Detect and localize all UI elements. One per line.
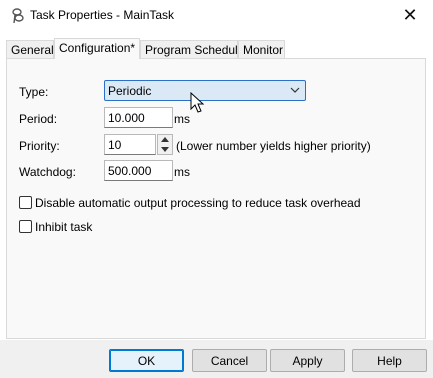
- inhibit-task-checkbox[interactable]: [19, 220, 32, 233]
- watchdog-label: Watchdog:: [19, 165, 76, 179]
- watchdog-unit: ms: [174, 165, 190, 179]
- tab-strip: General Configuration* Program Schedule …: [6, 38, 426, 59]
- tab-program-schedule[interactable]: Program Schedule: [140, 40, 244, 59]
- help-button[interactable]: Help: [352, 349, 427, 372]
- type-label: Type:: [19, 85, 49, 99]
- chevron-down-icon: [290, 87, 300, 93]
- tab-configuration[interactable]: Configuration*: [54, 38, 140, 59]
- tab-monitor[interactable]: Monitor: [238, 40, 285, 59]
- type-select-value: Periodic: [108, 84, 152, 98]
- priority-label: Priority:: [19, 139, 60, 153]
- period-input[interactable]: 10.000: [104, 107, 173, 128]
- apply-button[interactable]: Apply: [270, 349, 345, 372]
- priority-spinner[interactable]: [157, 134, 173, 155]
- close-button[interactable]: ✕: [387, 0, 433, 30]
- period-label: Period:: [19, 112, 58, 126]
- dialog-footer: OK Cancel Apply Help: [0, 340, 433, 378]
- ok-button[interactable]: OK: [109, 349, 184, 372]
- window-title: Task Properties - MainTask: [30, 8, 175, 22]
- inhibit-task-label: Inhibit task: [35, 220, 93, 234]
- title-bar: Task Properties - MainTask ✕: [0, 0, 433, 32]
- configuration-panel: Type: Periodic Period: 10.000 ms Priorit…: [6, 58, 426, 339]
- disable-output-label: Disable automatic output processing to r…: [35, 196, 361, 210]
- mouse-cursor-icon: [190, 92, 205, 113]
- tab-general[interactable]: General: [6, 40, 54, 59]
- period-unit: ms: [174, 112, 190, 126]
- spin-up-icon[interactable]: [158, 135, 172, 144]
- priority-input[interactable]: 10: [104, 134, 156, 155]
- cancel-button[interactable]: Cancel: [192, 349, 267, 372]
- disable-output-checkbox[interactable]: [19, 196, 32, 209]
- spin-down-icon[interactable]: [158, 145, 172, 154]
- close-icon: ✕: [402, 4, 418, 25]
- task-icon: [12, 8, 24, 24]
- watchdog-input[interactable]: 500.000: [104, 160, 173, 181]
- priority-hint: (Lower number yields higher priority): [176, 139, 371, 153]
